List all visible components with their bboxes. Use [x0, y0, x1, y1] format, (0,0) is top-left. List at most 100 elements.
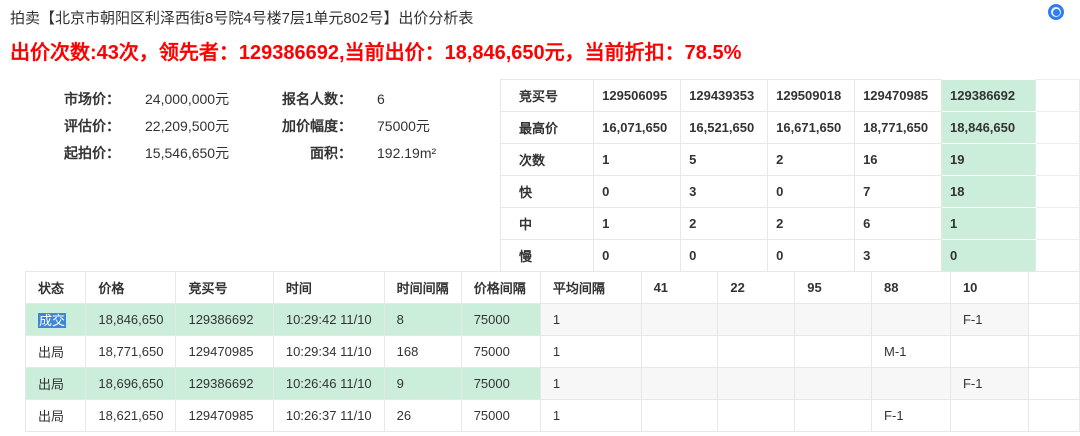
- mark-cell: [641, 336, 718, 368]
- info-value: 192.19m²: [377, 145, 436, 161]
- table-cell: 0: [768, 176, 855, 208]
- table-cell: [1036, 208, 1080, 240]
- info-value: 24,000,000元: [145, 91, 229, 107]
- bid-row-1: 成交 18,846,650 129386692 10:29:42 11/10 8…: [26, 304, 1080, 336]
- bid-summary-line: 出价次数:43次，领先者：129386692,当前出价：18,846,650元，…: [10, 36, 741, 65]
- time-cell: 10:26:46 11/10: [273, 368, 384, 400]
- mark-cell: [950, 400, 1028, 432]
- table-cell: 2: [768, 144, 855, 176]
- info-row-market-price: 市场价： 24,000,000元: [40, 86, 229, 113]
- column-header-avg-3: 95: [795, 272, 872, 304]
- auction-info-group: 报名人数：6 加价幅度：75000元 面积：192.19m²: [272, 86, 436, 167]
- table-cell: 129439353: [681, 80, 768, 112]
- mark-cell: [641, 400, 718, 432]
- table-cell: 16,071,650: [594, 112, 681, 144]
- column-header-time-gap: 时间间隔: [384, 272, 461, 304]
- table-cell: 0: [594, 240, 681, 272]
- target-dot-icon: [1053, 9, 1060, 16]
- avg-gap-cell: 1: [540, 368, 641, 400]
- avg-gap-cell: 1: [540, 304, 641, 336]
- mark-cell: F-1: [950, 368, 1028, 400]
- bidder-row-slow: 慢 0 0 0 3 0: [501, 240, 1080, 272]
- mark-cell: [872, 368, 951, 400]
- table-cell: 1: [594, 208, 681, 240]
- bidder-cell: 129386692: [176, 304, 273, 336]
- bidder-row-count: 次数 1 5 2 16 19: [501, 144, 1080, 176]
- row-header: 最高价: [501, 112, 594, 144]
- bidder-cell: 129470985: [176, 336, 273, 368]
- mark-cell: [718, 400, 795, 432]
- cut-cell: [1029, 368, 1080, 400]
- status-cell: 成交: [26, 304, 86, 336]
- price-cell: 18,771,650: [86, 336, 176, 368]
- time-cell: 10:29:42 11/10: [273, 304, 384, 336]
- info-label: 面积：: [272, 140, 352, 167]
- price-gap-cell: 75000: [461, 336, 540, 368]
- status-cell: 出局: [26, 368, 86, 400]
- cut-cell: [1029, 304, 1080, 336]
- table-cell: 0: [681, 240, 768, 272]
- table-cell: [1036, 144, 1080, 176]
- price-cell: 18,846,650: [86, 304, 176, 336]
- column-header-status: 状态: [26, 272, 86, 304]
- mark-cell: [641, 304, 718, 336]
- mark-cell: F-1: [872, 400, 951, 432]
- price-gap-cell: 75000: [461, 304, 540, 336]
- table-cell: 16: [855, 144, 942, 176]
- mark-cell: [950, 336, 1028, 368]
- bidder-row-max-price: 最高价 16,071,650 16,521,650 16,671,650 18,…: [501, 112, 1080, 144]
- bid-row-3: 出局 18,696,650 129386692 10:26:46 11/10 9…: [26, 368, 1080, 400]
- info-label: 市场价：: [40, 86, 120, 113]
- bid-history-table: 状态 价格 竞买号 时间 时间间隔 价格间隔 平均间隔 41 22 95 88 …: [25, 271, 1080, 432]
- info-value: 22,209,500元: [145, 118, 229, 134]
- row-header: 慢: [501, 240, 594, 272]
- time-cell: 10:26:37 11/10: [273, 400, 384, 432]
- leader-cell: 18: [942, 176, 1036, 208]
- price-info-group: 市场价：24,000,000元 评估价：22,209,500元 起拍价：15,5…: [40, 86, 229, 167]
- table-cell: 2: [768, 208, 855, 240]
- price-cell: 18,696,650: [86, 368, 176, 400]
- bidder-row-medium: 中 1 2 2 6 1: [501, 208, 1080, 240]
- time-cell: 10:29:34 11/10: [273, 336, 384, 368]
- cut-cell: [1029, 336, 1080, 368]
- table-cell: 5: [681, 144, 768, 176]
- column-header-avg-1: 41: [641, 272, 718, 304]
- info-label: 报名人数：: [272, 86, 352, 113]
- table-cell: 18,771,650: [855, 112, 942, 144]
- table-cell: 6: [855, 208, 942, 240]
- cut-cell: [1029, 400, 1080, 432]
- leader-cell: 19: [942, 144, 1036, 176]
- price-cell: 18,621,650: [86, 400, 176, 432]
- table-cell: 129470985: [855, 80, 942, 112]
- info-value: 6: [377, 91, 385, 107]
- leader-cell: 129386692: [942, 80, 1036, 112]
- table-cell: [1036, 80, 1080, 112]
- avg-gap-cell: 1: [540, 336, 641, 368]
- bid-row-4: 出局 18,621,650 129470985 10:26:37 11/10 2…: [26, 400, 1080, 432]
- status-selected-text: 成交: [38, 313, 66, 328]
- table-cell: 3: [681, 176, 768, 208]
- table-cell: 7: [855, 176, 942, 208]
- mark-cell: [718, 336, 795, 368]
- column-header-avg-4: 88: [872, 272, 951, 304]
- table-cell: 2: [681, 208, 768, 240]
- price-gap-cell: 75000: [461, 400, 540, 432]
- bidder-cell: 129386692: [176, 368, 273, 400]
- info-label: 起拍价：: [40, 140, 120, 167]
- column-header-cut: [1029, 272, 1080, 304]
- mark-cell: [641, 368, 718, 400]
- float-target-icon[interactable]: [1048, 4, 1064, 20]
- column-header-avg-gap: 平均间隔: [540, 272, 641, 304]
- table-cell: 3: [855, 240, 942, 272]
- leader-cell: 0: [942, 240, 1036, 272]
- table-cell: [1036, 176, 1080, 208]
- mark-cell: [718, 368, 795, 400]
- avg-gap-cell: 1: [540, 400, 641, 432]
- bid-row-2: 出局 18,771,650 129470985 10:29:34 11/10 1…: [26, 336, 1080, 368]
- table-cell: 129509018: [768, 80, 855, 112]
- mark-cell: F-1: [950, 304, 1028, 336]
- info-value: 75000元: [377, 118, 430, 134]
- column-header-price: 价格: [86, 272, 176, 304]
- info-row-appraisal-price: 评估价：22,209,500元: [40, 113, 229, 140]
- mark-cell: [795, 336, 872, 368]
